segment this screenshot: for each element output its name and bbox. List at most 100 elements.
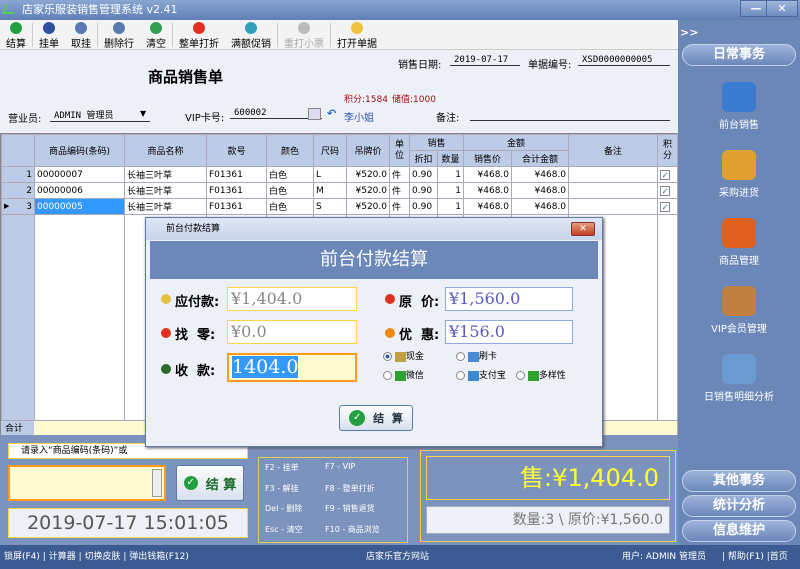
points-checkbox[interactable]: ✓ (657, 198, 679, 215)
col-qty[interactable]: 数量 (436, 150, 465, 167)
points-checkbox[interactable]: ✓ (657, 166, 679, 183)
col-total[interactable]: 合计金额 (511, 150, 570, 167)
sidebar-item-4[interactable]: VIP会员管理 (678, 286, 800, 335)
payment-method-radio[interactable]: 微信 (383, 368, 424, 381)
dialog-close-button[interactable]: ✕ (571, 222, 595, 236)
chevron-down-icon[interactable]: ▼ (140, 109, 146, 118)
section-stats[interactable]: 统计分析 (682, 495, 796, 517)
home-link[interactable]: 首页 (770, 552, 788, 562)
cell-unit[interactable]: 件 (389, 198, 410, 215)
vip-lookup-icon[interactable] (308, 108, 321, 120)
cell-qty[interactable]: 1 (436, 198, 465, 215)
status-link[interactable]: 弹出钱箱(F12) (129, 552, 189, 562)
cell-discount[interactable]: 0.90 (409, 198, 438, 215)
toolbar-button-7[interactable]: 满额促销 (225, 20, 277, 50)
clerk-select[interactable]: ADMIN 管理员 (50, 108, 150, 122)
toolbar-button-6[interactable]: 整单打折 (173, 20, 225, 50)
cell-name[interactable]: 长袖三叶草 (124, 182, 207, 199)
cell-size[interactable]: S (313, 198, 347, 215)
sidebar-item-3[interactable]: 商品管理 (678, 218, 800, 267)
col-sale-price[interactable]: 销售价 (463, 150, 513, 167)
cell-unit[interactable]: 件 (389, 182, 410, 199)
section-maintenance[interactable]: 信息维护 (682, 520, 796, 542)
cell-code[interactable]: 00000007 (34, 166, 125, 183)
col-note[interactable]: 备注 (568, 134, 659, 167)
col-discount[interactable]: 折扣 (409, 150, 438, 167)
payment-method-radio[interactable]: 多样性 (516, 368, 566, 381)
cell-color[interactable]: 白色 (266, 166, 314, 183)
received-input[interactable]: 1404.0 (227, 353, 357, 382)
toolbar-button-5[interactable]: 清空 (140, 20, 172, 50)
dialog-settle-button[interactable]: ✓ 结 算 (339, 405, 413, 431)
cell-sale_price[interactable]: ¥468.0 (463, 198, 513, 215)
note-input[interactable] (470, 108, 670, 121)
help-link[interactable]: 帮助(F1) (728, 552, 764, 562)
status-link[interactable]: 锁屏(F4) (4, 552, 40, 562)
sidebar-item-1[interactable]: 前台销售 (678, 82, 800, 131)
toolbar-button-9[interactable]: 打开单据 (331, 20, 383, 50)
sidebar-item-5[interactable]: 日销售明细分析 (678, 354, 800, 403)
toolbar-button-4[interactable]: 删除行 (98, 20, 140, 50)
cell-style[interactable]: F01361 (206, 182, 267, 199)
cell-size[interactable]: L (313, 166, 347, 183)
cell-size[interactable]: M (313, 182, 347, 199)
toolbar-button-2[interactable]: 挂单 (33, 20, 65, 50)
cell-name[interactable]: 长袖三叶草 (124, 198, 207, 215)
col-style[interactable]: 款号 (206, 134, 267, 167)
col-tag-price[interactable]: 吊牌价 (346, 134, 390, 167)
col-size[interactable]: 尺码 (313, 134, 347, 167)
table-row[interactable]: 2 00000006 长袖三叶草 F01361 白色 M ¥520.0 件 0.90 1 ¥468.… (1, 182, 679, 199)
payment-method-radio[interactable]: 支付宝 (456, 368, 506, 381)
expand-toggle[interactable]: >> (680, 26, 698, 39)
toolbar-button-1[interactable]: 结算 (0, 20, 32, 50)
table-row[interactable]: 1 00000007 长袖三叶草 F01361 白色 L ¥520.0 件 0.90 1 ¥468.… (1, 166, 679, 183)
toolbar-button-8[interactable]: 重打小票 (278, 20, 330, 50)
payment-method-radio[interactable]: 现金 (383, 349, 424, 362)
col-points[interactable]: 积分 (657, 134, 679, 167)
cell-style[interactable]: F01361 (206, 198, 267, 215)
cell-tag_price[interactable]: ¥520.0 (346, 166, 390, 183)
col-name[interactable]: 商品名称 (124, 134, 207, 167)
cell-qty[interactable]: 1 (436, 182, 465, 199)
section-other[interactable]: 其他事务 (682, 470, 796, 492)
status-link[interactable]: 计算器 (49, 552, 76, 562)
cell-total[interactable]: ¥468.0 (511, 166, 570, 183)
row-number[interactable]: 2 (1, 182, 35, 199)
points-checkbox[interactable]: ✓ (657, 182, 679, 199)
search-icon[interactable] (152, 469, 162, 497)
cell-code[interactable]: 00000005 (34, 198, 125, 215)
cell-note[interactable] (568, 198, 659, 215)
cell-total[interactable]: ¥468.0 (511, 182, 570, 199)
col-code[interactable]: 商品编码(条码) (34, 134, 125, 167)
row-number[interactable]: 1 (1, 166, 35, 183)
cell-color[interactable]: 白色 (266, 182, 314, 199)
cell-qty[interactable]: 1 (436, 166, 465, 183)
cell-note[interactable] (568, 182, 659, 199)
cell-unit[interactable]: 件 (389, 166, 410, 183)
row-number[interactable]: ▶ 3 (1, 198, 35, 215)
cell-name[interactable]: 长袖三叶草 (124, 166, 207, 183)
col-unit[interactable]: 单位 (389, 134, 410, 167)
undo-icon[interactable]: ↶ (327, 107, 336, 120)
cell-tag_price[interactable]: ¥520.0 (346, 198, 390, 215)
section-daily[interactable]: 日常事务 (682, 44, 796, 66)
close-button[interactable]: ✕ (766, 0, 798, 17)
cell-style[interactable]: F01361 (206, 166, 267, 183)
status-link[interactable]: 切换皮肤 (84, 552, 120, 562)
cell-sale_price[interactable]: ¥468.0 (463, 182, 513, 199)
barcode-input[interactable] (8, 465, 166, 501)
payment-method-radio[interactable]: 刷卡 (456, 349, 497, 362)
cell-sale_price[interactable]: ¥468.0 (463, 166, 513, 183)
toolbar-button-3[interactable]: 取挂 (65, 20, 97, 50)
cell-tag_price[interactable]: ¥520.0 (346, 182, 390, 199)
sidebar-item-2[interactable]: 采购进货 (678, 150, 800, 199)
cell-code[interactable]: 00000006 (34, 182, 125, 199)
cell-discount[interactable]: 0.90 (409, 182, 438, 199)
official-site-link[interactable]: 店家乐官方网站 (366, 545, 429, 569)
table-row[interactable]: ▶ 3 00000005 长袖三叶草 F01361 白色 S ¥520.0 件 0.90 1 ¥468… (1, 198, 679, 215)
cell-color[interactable]: 白色 (266, 198, 314, 215)
date-field[interactable]: 2019-07-17 (450, 55, 520, 66)
cell-note[interactable] (568, 166, 659, 183)
settle-button[interactable]: ✓ 结 算 (176, 465, 244, 501)
cell-discount[interactable]: 0.90 (409, 166, 438, 183)
